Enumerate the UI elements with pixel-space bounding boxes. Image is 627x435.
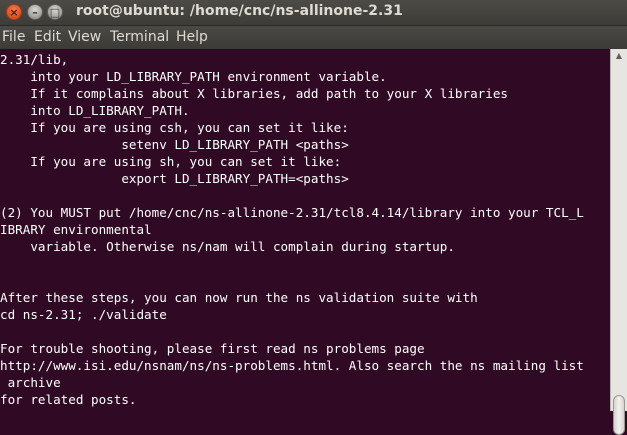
menu-view[interactable]: View [68,29,101,45]
minimize-icon[interactable]: – [27,4,43,20]
scroll-thumb[interactable] [613,395,625,435]
menu-file[interactable]: File [2,29,25,45]
title-bar: × – □ root@ubuntu: /home/cnc/ns-allinone… [0,0,627,26]
terminal-line: export LD_LIBRARY_PATH=<paths> [0,171,349,186]
terminal-line: For trouble shooting, please first read … [0,341,425,356]
close-icon[interactable]: × [6,4,22,20]
terminal-line: After these steps, you can now run the n… [0,290,478,305]
terminal-line: for related posts. [0,392,137,407]
terminal-line: If you are using csh, you can set it lik… [0,120,349,135]
scroll-up-icon[interactable]: ▲ [611,49,627,63]
terminal-line: http://www.isi.edu/nsnam/ns/ns-problems.… [0,358,584,373]
terminal-line: into your LD_LIBRARY_PATH environment va… [0,69,387,84]
menu-edit[interactable]: Edit [34,29,61,45]
terminal-line: If you are using sh, you can set it like… [0,154,342,169]
terminal-line: IBRARY environmental [0,222,152,237]
maximize-icon[interactable]: □ [47,4,63,20]
terminal-output[interactable]: 2.31/lib, into your LD_LIBRARY_PATH envi… [0,49,610,411]
terminal-line: setenv LD_LIBRARY_PATH <paths> [0,137,349,152]
terminal-line: archive [0,375,61,390]
terminal-line: (2) You MUST put /home/cnc/ns-allinone-2… [0,205,584,220]
terminal-line: cd ns-2.31; ./validate [0,307,167,322]
terminal-line: If it complains about X libraries, add p… [0,86,508,101]
terminal-line: 2.31/lib, [0,52,69,67]
menu-terminal[interactable]: Terminal [110,29,169,45]
menu-help[interactable]: Help [176,29,208,45]
terminal-line: into LD_LIBRARY_PATH. [0,103,190,118]
terminal-line: variable. Otherwise ns/nam will complain… [0,239,455,254]
window-title: root@ubuntu: /home/cnc/ns-allinone-2.31 [76,3,403,19]
menu-bar: File Edit View Terminal Help [0,26,627,49]
vertical-scrollbar[interactable]: ▲ [610,49,627,435]
